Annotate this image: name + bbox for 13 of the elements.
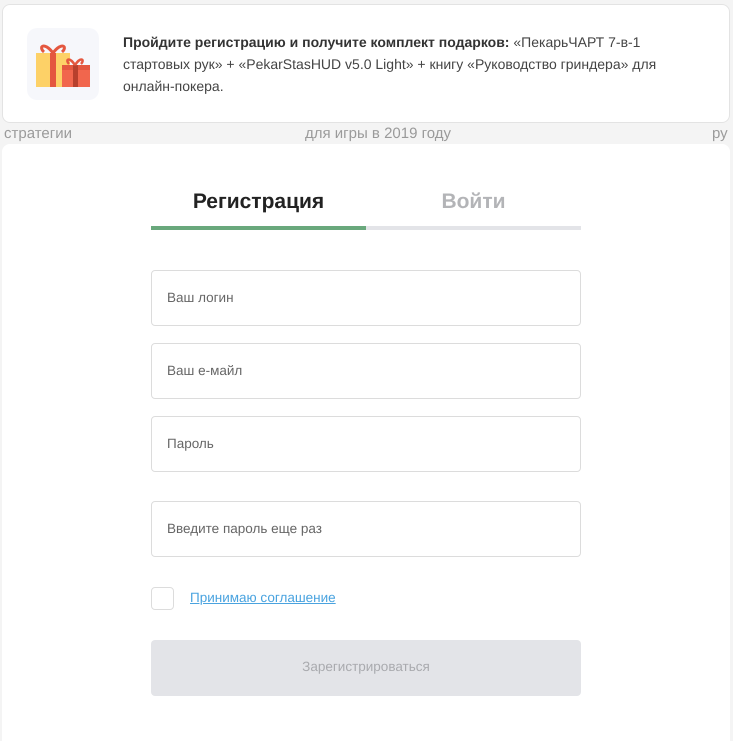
- tab[interactable]: Регистрация: [151, 186, 366, 230]
- input-field[interactable]: Введите пароль еще раз: [151, 500, 581, 556]
- gift-icon: [27, 28, 99, 100]
- input-field[interactable]: Ваш е-майл: [151, 342, 581, 398]
- input-field[interactable]: Ваш логин: [151, 270, 581, 326]
- input-field[interactable]: Пароль: [151, 416, 581, 472]
- agreement-link[interactable]: Принимаю соглашение: [190, 588, 336, 608]
- tab[interactable]: Войти: [366, 186, 581, 230]
- background-text: для игры в 2019 году: [305, 124, 452, 144]
- agreement-checkbox[interactable]: [151, 586, 174, 610]
- promo-text: Пройдите регистрацию и получите комплект подарков: «ПекарьЧАРТ 7-в-1 стартовых рук» + «PekarStasHUD v5.0 Light» + книгу «Руководство гриндера» для онлайн-покера.: [123, 32, 658, 96]
- background-text: стратегии: [4, 124, 72, 144]
- background-text: ру: [712, 124, 728, 144]
